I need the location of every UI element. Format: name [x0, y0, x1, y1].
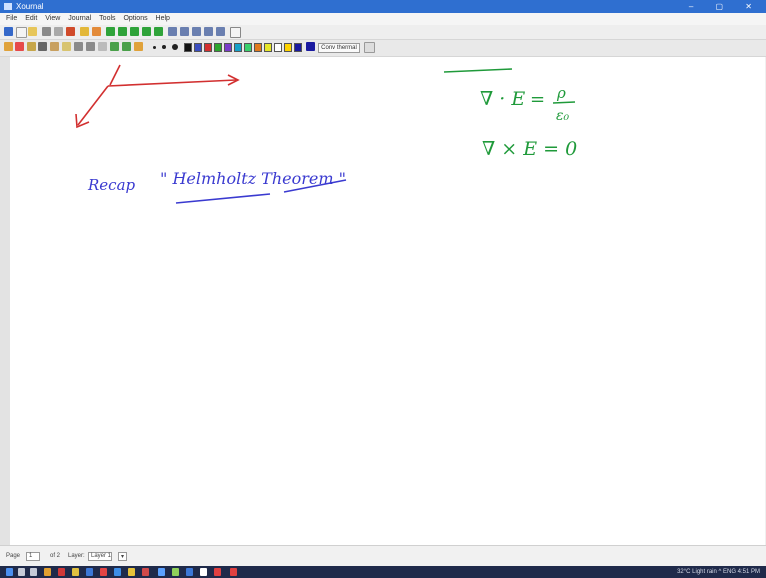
page-number-input[interactable]: 1 [26, 552, 40, 561]
helmholtz-underline [175, 193, 271, 204]
task-view-icon[interactable] [30, 568, 37, 576]
handwriting-layer: Recap " Helmholtz Theorem " ∇ · E = ρ ε₀… [75, 64, 577, 204]
taskbar-app-4-icon[interactable] [86, 568, 93, 576]
taskbar-app-12-icon[interactable] [200, 568, 207, 576]
page-label: Page [6, 553, 21, 559]
os-taskbar: 32°C Light rain ^ ENG 4:51 PM [0, 566, 766, 578]
eq1-fraction-bar [552, 101, 576, 104]
taskbar-app-2-icon[interactable] [58, 568, 65, 576]
taskbar-app-13-icon[interactable] [214, 568, 221, 576]
eq1-lhs: ∇ · E [480, 88, 525, 110]
taskbar-app-6-icon[interactable] [114, 568, 121, 576]
axes-sketch [75, 64, 240, 129]
eq1-rhs-numerator: ρ [556, 84, 566, 102]
eq2: ∇ × E = 0 [482, 138, 577, 160]
recap-text: Recap [87, 176, 136, 194]
search-icon[interactable] [18, 568, 25, 576]
eq1-rhs-denominator: ε₀ [556, 108, 570, 124]
taskbar-app-1-icon[interactable] [44, 568, 51, 576]
eq1-equals: = [530, 89, 545, 110]
layer-select[interactable]: Layer 1 [88, 552, 112, 561]
start-icon[interactable] [6, 568, 13, 576]
layer-dropdown-icon[interactable]: ▾ [118, 552, 127, 561]
system-tray[interactable]: 32°C Light rain ^ ENG 4:51 PM [677, 568, 760, 576]
taskbar-app-11-icon[interactable] [186, 568, 193, 576]
taskbar-app-14-icon[interactable] [230, 568, 237, 576]
page-navigation-bar: Page 1 of 2 Layer: Layer 1 ▾ [0, 545, 766, 567]
taskbar-app-8-icon[interactable] [142, 568, 149, 576]
taskbar-app-9-icon[interactable] [158, 568, 165, 576]
taskbar-app-3-icon[interactable] [72, 568, 79, 576]
layer-label: Layer: [68, 553, 85, 559]
green-stroke [443, 68, 513, 73]
taskbar-app-5-icon[interactable] [100, 568, 107, 576]
taskbar-app-7-icon[interactable] [128, 568, 135, 576]
taskbar-app-10-icon[interactable] [172, 568, 179, 576]
page-count: of 2 [50, 553, 61, 559]
